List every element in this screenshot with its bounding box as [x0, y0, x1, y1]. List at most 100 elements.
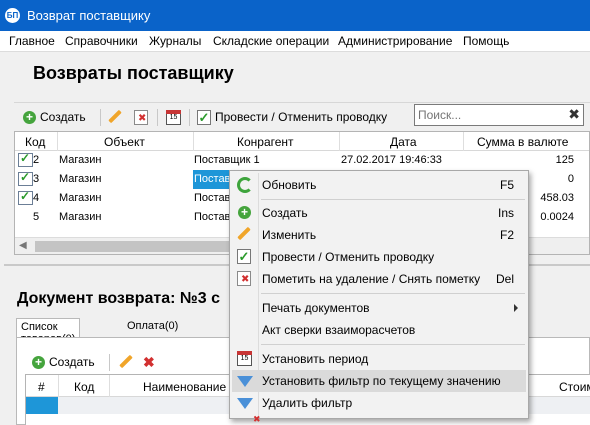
doc-create-button[interactable]: + Создать [32, 352, 95, 372]
toolbar-separator [100, 109, 101, 126]
check-icon: ✓ [237, 249, 251, 264]
funnel-remove-icon [237, 398, 261, 425]
menu-item-journals[interactable]: Журналы [149, 34, 201, 48]
scrollbar-thumb[interactable] [35, 241, 245, 252]
cell-code: 3 [33, 173, 40, 185]
delete-icon: ✖ [143, 353, 155, 370]
tab-payment[interactable]: Оплата(0) [123, 318, 182, 337]
plus-icon: + [237, 205, 253, 221]
menu-separator [261, 293, 525, 294]
submenu-arrow-icon [514, 304, 518, 312]
column-header-object[interactable]: Объект [104, 135, 145, 149]
doc-edit-button[interactable] [119, 352, 133, 372]
pencil-icon [119, 355, 133, 369]
plus-icon-circle: + [238, 206, 251, 219]
cell-object: Магазин [59, 192, 102, 204]
column-header-number[interactable]: # [38, 380, 45, 394]
doc-delete-button[interactable]: ✖ [143, 352, 155, 372]
column-header-counterparty[interactable]: Конрагент [237, 135, 294, 149]
column-header-date[interactable]: Дата [390, 135, 417, 149]
menu-item-admin[interactable]: Администрирование [338, 34, 452, 48]
menu-item-mark-delete[interactable]: Пометить на удаление / Снять пометку Del [232, 268, 526, 290]
scroll-left-icon[interactable]: ◀ [19, 240, 27, 251]
menu-item-shortcut: Del [495, 272, 514, 286]
refresh-icon [237, 177, 253, 193]
title-bar: БП Возврат поставщику [0, 0, 590, 31]
toolbar-separator [109, 354, 110, 371]
plus-icon: + [23, 110, 36, 124]
column-header-cost[interactable]: Стоим [559, 380, 590, 394]
column-header-name[interactable]: Наименование [143, 380, 226, 394]
calendar-icon: 15 [237, 351, 252, 366]
check-icon: ✓ [197, 109, 211, 125]
menu-item-label: Установить период [262, 352, 369, 366]
posted-document-icon [18, 170, 33, 186]
column-divider [339, 132, 340, 151]
menu-item-edit[interactable]: Изменить F2 [232, 224, 526, 246]
clear-search-icon[interactable]: ✖ [568, 106, 580, 123]
column-divider [193, 132, 194, 151]
menu-item-label: Акт сверки взаиморасчетов [262, 323, 416, 337]
column-header-code[interactable]: Код [74, 380, 94, 394]
cell-counterparty: Постав [194, 173, 231, 185]
delete-icon [134, 109, 148, 125]
menu-item-directories[interactable]: Справочники [65, 34, 138, 48]
search-box: ✖ [414, 104, 584, 126]
window-title: Возврат поставщику [27, 8, 151, 23]
menu-bar: Главное Справочники Журналы Складские оп… [0, 31, 590, 52]
menu-item-post[interactable]: ✓ Провести / Отменить проводку [232, 246, 526, 268]
create-button[interactable]: + Создать [23, 107, 86, 127]
menu-item-warehouse[interactable]: Складские операции [213, 34, 329, 48]
menu-item-label: Пометить на удаление / Снять пометку [262, 272, 481, 286]
app-icon: БП [5, 8, 20, 23]
cell-sum: 458.03 [540, 192, 574, 204]
menu-item-create[interactable]: + Создать Ins [232, 202, 526, 224]
delete-button[interactable] [134, 107, 148, 127]
cell-counterparty: Постав [194, 211, 231, 223]
menu-item-set-period[interactable]: 15 Установить период [232, 348, 526, 370]
document-title: Документ возврата: №3 с [17, 290, 220, 307]
cell-object: Магазин [59, 211, 102, 223]
posted-document-icon [18, 151, 33, 167]
search-input[interactable] [415, 105, 559, 125]
cell-code: 2 [33, 154, 40, 166]
menu-separator [261, 199, 525, 200]
doc-create-label: Создать [49, 355, 95, 369]
menu-item-label: Обновить [262, 178, 317, 192]
menu-item-label: Установить фильтр по текущему значению [262, 374, 501, 388]
post-button-label: Провести / Отменить проводку [215, 110, 388, 124]
toolbar-separator [157, 109, 158, 126]
menu-item-main[interactable]: Главное [9, 34, 55, 48]
post-button[interactable]: ✓ Провести / Отменить проводку [197, 107, 387, 127]
menu-item-shortcut: F2 [499, 228, 514, 242]
menu-item-help[interactable]: Помощь [463, 34, 509, 48]
plus-icon: + [32, 355, 45, 369]
menu-item-reconciliation[interactable]: Акт сверки взаиморасчетов [232, 319, 526, 341]
menu-item-remove-filter[interactable]: Удалить фильтр [232, 392, 526, 425]
menu-item-label: Изменить [262, 228, 317, 242]
menu-item-label: Создать [262, 206, 308, 220]
tab-items-list[interactable]: Список товаров(0) [16, 318, 81, 345]
period-button[interactable]: 15 [166, 107, 181, 127]
page-title: Возвраты поставщику [33, 63, 234, 83]
table-row[interactable]: 2 Магазин Поставщик 1 27.02.2017 19:46:3… [15, 151, 589, 170]
funnel-icon [237, 376, 253, 387]
selected-cell[interactable] [26, 397, 58, 414]
menu-item-refresh[interactable]: Обновить F5 [232, 174, 526, 196]
cell-date: 27.02.2017 19:46:33 [341, 154, 442, 166]
table-header: Код Объект Конрагент Дата Сумма в валюте [15, 132, 589, 151]
pencil-icon [108, 110, 122, 124]
cell-object: Магазин [59, 154, 102, 166]
cell-sum: 125 [555, 154, 574, 166]
column-header-sum[interactable]: Сумма в валюте [477, 135, 568, 149]
menu-item-set-filter[interactable]: Установить фильтр по текущему значению [232, 370, 526, 392]
calendar-icon: 15 [166, 109, 181, 125]
menu-item-print[interactable]: Печать документов [232, 297, 526, 319]
column-header-code[interactable]: Код [25, 135, 45, 149]
column-divider [57, 132, 58, 151]
column-divider [463, 132, 464, 151]
edit-button[interactable] [108, 107, 122, 127]
cell-code: 5 [33, 211, 40, 223]
menu-item-label: Удалить фильтр [262, 396, 353, 410]
cell-counterparty: Поставщик 1 [194, 154, 260, 166]
